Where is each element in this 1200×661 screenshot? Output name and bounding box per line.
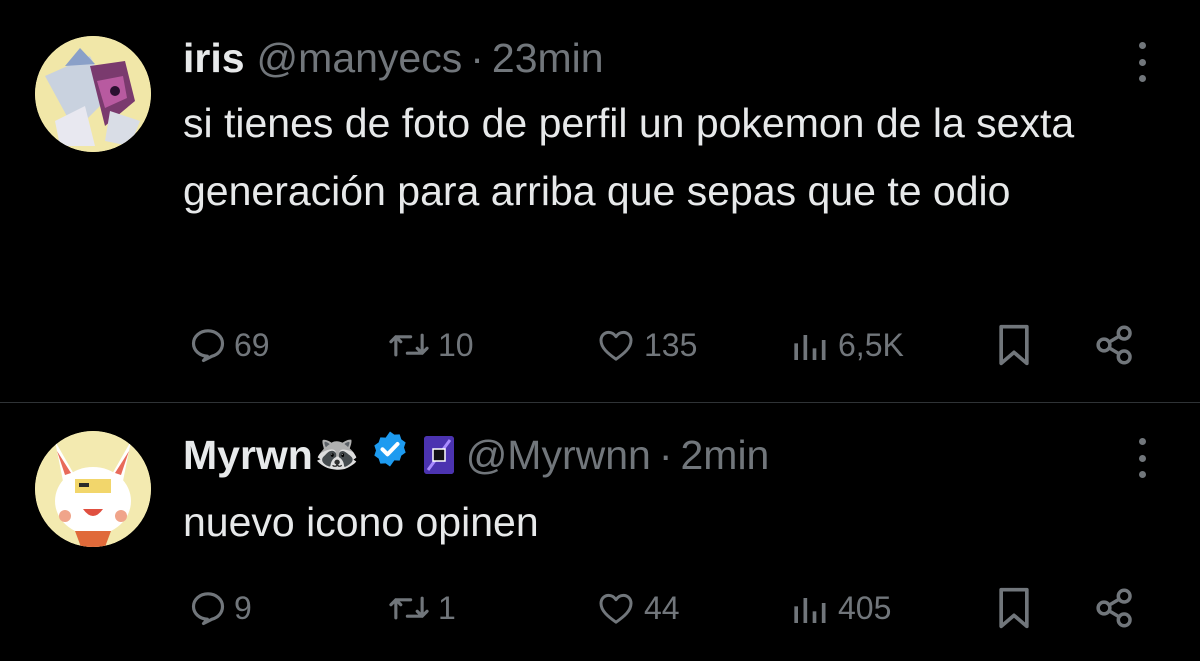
repost-count: 10 — [438, 326, 474, 363]
reply-count: 69 — [234, 326, 270, 363]
bookmark-icon — [999, 324, 1029, 366]
heart-icon — [599, 593, 633, 624]
views-icon — [794, 598, 826, 623]
view-count: 6,5K — [838, 326, 904, 363]
share-icon — [1096, 325, 1132, 365]
repost-icon — [389, 596, 429, 620]
bookmark-icon — [999, 587, 1029, 629]
share-icon — [1096, 588, 1132, 628]
reply-button[interactable]: 9 — [188, 583, 252, 633]
bookmark-button[interactable] — [995, 583, 1033, 633]
avatar[interactable] — [35, 36, 151, 152]
tweet-header: Myrwn 🦝 @Myrwnn · 2min — [183, 429, 769, 481]
timestamp[interactable]: 23min — [492, 32, 604, 84]
avatar[interactable] — [35, 431, 151, 547]
display-name[interactable]: Myrwn — [183, 429, 313, 481]
repost-count: 1 — [438, 589, 456, 626]
affiliate-badge-icon[interactable] — [423, 436, 454, 474]
tweet-text: si tienes de foto de perfil un pokemon d… — [183, 100, 1075, 214]
like-count: 135 — [644, 326, 698, 363]
reply-count: 9 — [234, 589, 252, 626]
reply-icon — [191, 592, 225, 626]
pokemon-avatar-icon — [35, 36, 151, 152]
reply-icon — [191, 329, 225, 363]
tweet-header: iris @manyecs · 23min — [183, 32, 604, 84]
share-button[interactable] — [1093, 583, 1137, 633]
like-button[interactable]: 44 — [594, 583, 680, 633]
user-handle[interactable]: @Myrwnn — [466, 429, 651, 481]
timestamp[interactable]: 2min — [680, 429, 769, 481]
raccoon-emoji: 🦝 — [314, 434, 360, 475]
repost-icon — [389, 333, 429, 357]
views-button[interactable]: 6,5K — [790, 320, 904, 370]
repost-button[interactable]: 10 — [386, 320, 474, 370]
repost-button[interactable]: 1 — [386, 583, 456, 633]
view-count: 405 — [838, 589, 892, 626]
action-bar: 69 10 135 6,5K — [0, 320, 1200, 370]
separator-dot: · — [658, 432, 673, 478]
more-options-icon[interactable] — [1136, 438, 1148, 478]
separator-dot: · — [470, 35, 484, 81]
like-count: 44 — [644, 589, 680, 626]
views-icon — [794, 335, 826, 360]
pokemon-avatar-icon — [35, 431, 151, 547]
more-options-icon[interactable] — [1136, 42, 1148, 82]
tweet[interactable]: Myrwn 🦝 @Myrwnn · 2min nuevo icono opine… — [0, 403, 1200, 661]
heart-icon — [599, 330, 633, 361]
tweet-text: nuevo icono opinen — [183, 499, 539, 545]
like-button[interactable]: 135 — [594, 320, 697, 370]
display-name[interactable]: iris — [183, 32, 245, 84]
action-bar: 9 1 44 405 — [0, 583, 1200, 633]
bookmark-button[interactable] — [995, 320, 1033, 370]
verified-badge-icon[interactable] — [370, 429, 410, 481]
user-handle[interactable]: @manyecs — [257, 32, 463, 84]
reply-button[interactable]: 69 — [188, 320, 270, 370]
tweet[interactable]: iris @manyecs · 23min si tienes de foto … — [0, 0, 1200, 403]
views-button[interactable]: 405 — [790, 583, 891, 633]
share-button[interactable] — [1093, 320, 1137, 370]
